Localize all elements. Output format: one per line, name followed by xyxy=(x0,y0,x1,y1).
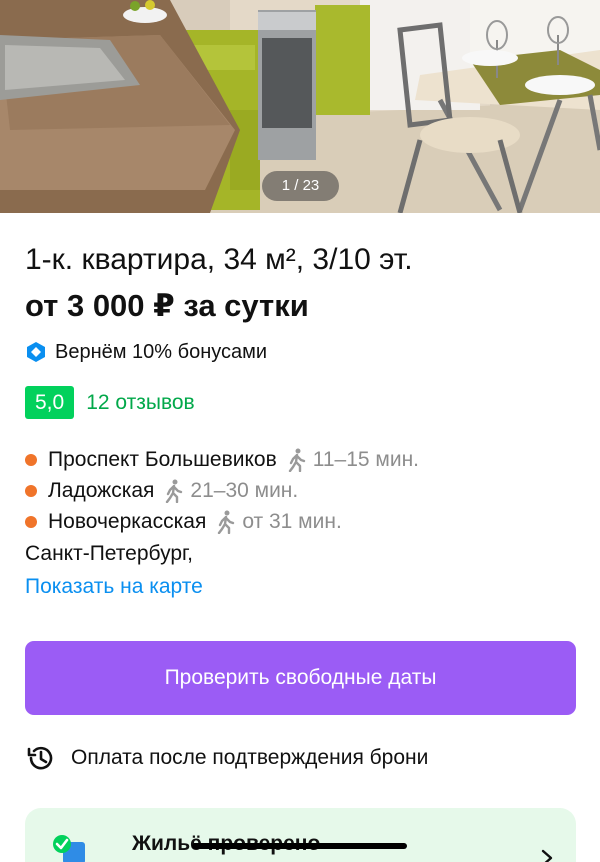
rating-badge: 5,0 xyxy=(25,386,75,419)
bonus-icon xyxy=(27,342,45,362)
metro-list: Проспект Большевиков 11–15 мин. Ладожска… xyxy=(25,444,419,537)
metro-line-dot xyxy=(25,515,37,528)
home-indicator xyxy=(192,843,407,849)
metro-station-name: Ладожская xyxy=(48,478,155,502)
address-city: Санкт-Петербург, xyxy=(25,542,193,565)
walking-icon xyxy=(166,479,183,503)
metro-line-dot xyxy=(25,484,37,497)
metro-item: Новочеркасская от 31 мин. xyxy=(25,506,419,537)
listing-price: от 3 000 ₽ за сутки xyxy=(25,288,309,323)
metro-walk-time: 21–30 мин. xyxy=(190,478,299,502)
walking-icon xyxy=(288,448,305,472)
bonus-text: Вернём 10% бонусами xyxy=(55,340,268,363)
walking-icon xyxy=(218,510,235,534)
verified-check-icon xyxy=(53,835,85,862)
metro-station-name: Новочеркасская xyxy=(48,509,207,533)
reviews-link[interactable]: 12 отзывов xyxy=(86,391,195,415)
chevron-right-icon xyxy=(541,849,553,862)
photo-counter: 1 / 23 xyxy=(262,171,339,201)
metro-walk-time: от 31 мин. xyxy=(242,509,342,533)
verified-card[interactable]: Жильё проверено xyxy=(25,808,576,862)
photo-gallery[interactable]: 1 / 23 xyxy=(0,0,600,213)
metro-station-name: Проспект Большевиков xyxy=(48,447,277,471)
listing-title: 1-к. квартира, 34 м², 3/10 эт. xyxy=(25,243,413,276)
show-on-map-link[interactable]: Показать на карте xyxy=(25,575,203,599)
metro-item: Проспект Большевиков 11–15 мин. xyxy=(25,444,419,475)
metro-walk-time: 11–15 мин. xyxy=(312,447,420,471)
check-dates-button[interactable]: Проверить свободные даты xyxy=(25,641,576,715)
payment-note: Оплата после подтверждения брони xyxy=(71,746,429,769)
bonus-row: Вернём 10% бонусами xyxy=(25,339,267,365)
metro-line-dot xyxy=(25,453,37,466)
metro-item: Ладожская 21–30 мин. xyxy=(25,475,419,506)
rating-row: 5,0 12 отзывов xyxy=(25,386,195,419)
payment-note-row: Оплата после подтверждения брони xyxy=(25,742,428,774)
history-icon xyxy=(27,746,53,770)
